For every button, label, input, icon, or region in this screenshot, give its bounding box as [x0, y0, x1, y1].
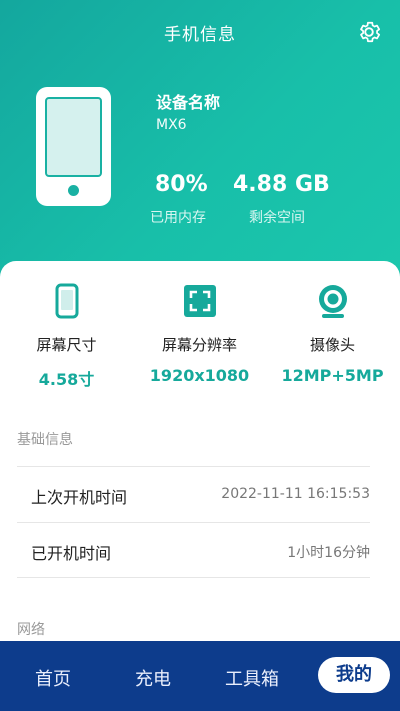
spec-value: 1920x1080 [149, 366, 250, 385]
memory-used-value: 80% [155, 172, 208, 197]
device-phone-icon [36, 87, 111, 206]
spec-label: 屏幕尺寸 [36, 336, 97, 354]
row-value: 1小时16分钟 [287, 545, 370, 561]
gear-icon[interactable] [356, 19, 382, 45]
list-item: 已开机时间 1小时16分钟 [17, 522, 370, 578]
spec-value: 4.58寸 [38, 370, 95, 389]
nav-home[interactable]: 首页 [35, 665, 71, 691]
storage-free-value: 4.88 GB [233, 172, 330, 197]
spec-value: 12MP+5MP [281, 366, 384, 385]
memory-used-label: 已用内存 [150, 210, 206, 226]
row-value: 2022-11-11 16:15:53 [221, 486, 370, 502]
camera-icon [319, 285, 347, 318]
nav-charging[interactable]: 充电 [135, 665, 171, 691]
info-card: 屏幕尺寸 4.58寸 屏幕分辨率 1920x1080 摄像头 12MP+5MP … [0, 261, 400, 661]
fullscreen-icon [184, 285, 216, 317]
header-panel: 手机信息 设备名称 MX6 80% 已用内存 4.88 GB 剩余空间 [0, 0, 400, 300]
row-key: 已开机时间 [31, 544, 112, 563]
nav-toolbox[interactable]: 工具箱 [225, 665, 279, 691]
page-title: 手机信息 [164, 25, 236, 45]
storage-free-label: 剩余空间 [249, 210, 305, 226]
spec-label: 屏幕分辨率 [161, 336, 237, 354]
nav-mine-active[interactable]: 我的 [318, 657, 390, 693]
row-key: 上次开机时间 [31, 488, 128, 507]
list-item: 上次开机时间 2022-11-11 16:15:53 [17, 466, 370, 522]
device-name-label: 设备名称 [156, 93, 221, 112]
section-title-network: 网络 [17, 622, 45, 638]
section-title-basic: 基础信息 [17, 432, 73, 448]
bottom-nav: 首页 充电 工具箱 我的 [0, 641, 400, 711]
spec-label: 摄像头 [309, 336, 355, 354]
device-model: MX6 [156, 117, 187, 133]
phone-outline-icon [55, 283, 79, 319]
